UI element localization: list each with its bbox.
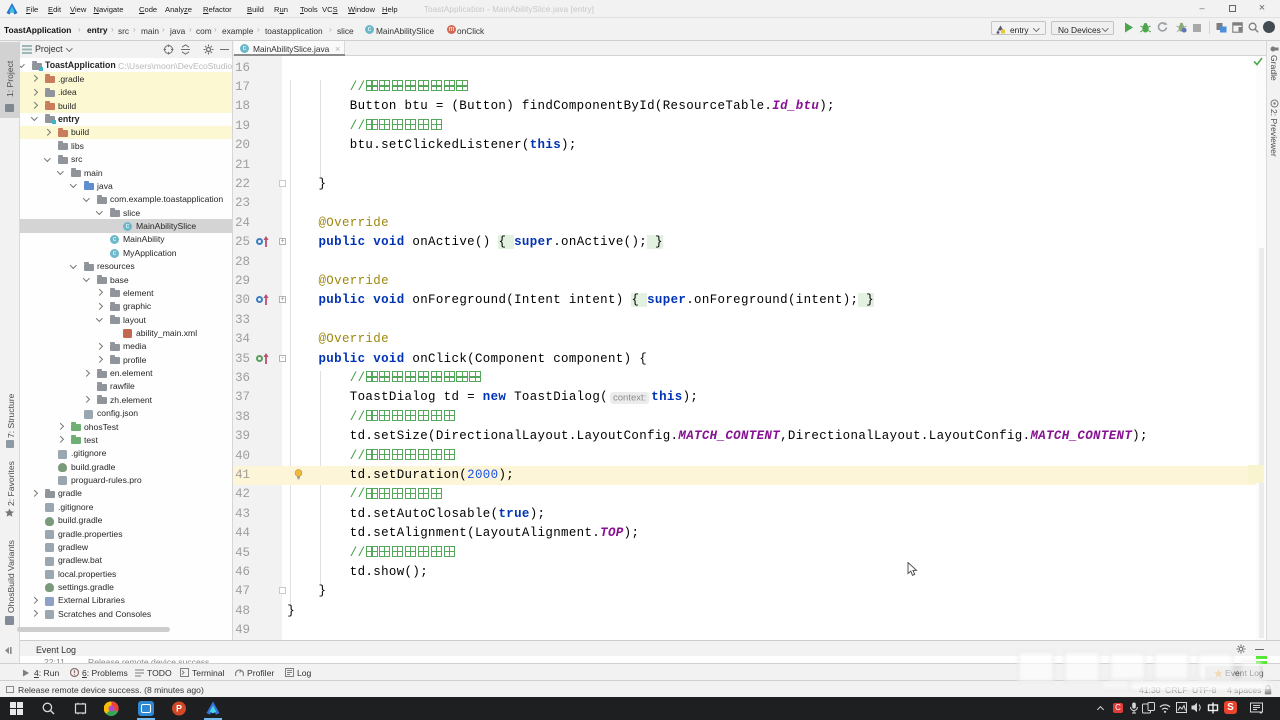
svg-text:P: P (176, 704, 182, 714)
